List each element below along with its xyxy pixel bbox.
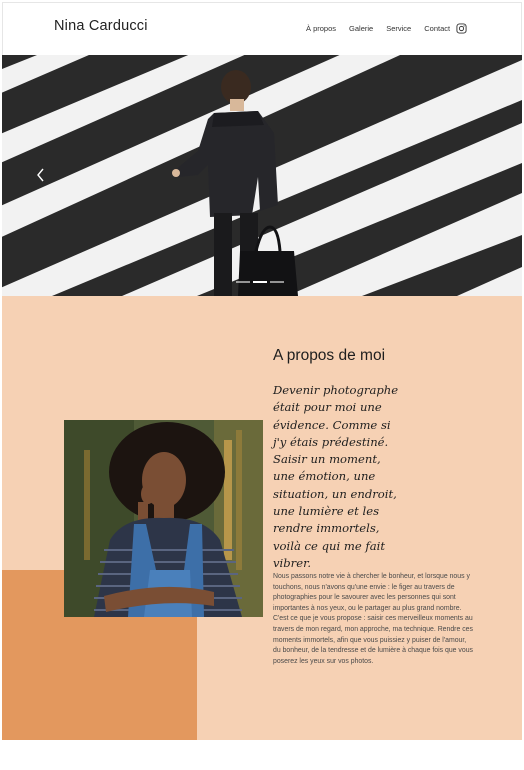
- footer-area: [2, 740, 522, 768]
- about-heading: A propos de moi: [273, 347, 386, 364]
- chevron-left-icon[interactable]: [36, 168, 45, 182]
- nav-item-service[interactable]: Service: [386, 24, 411, 33]
- hero-carousel[interactable]: [2, 55, 522, 296]
- about-quote: Devenir photographe était pour moi une é…: [273, 383, 399, 570]
- main-nav: À propos Galerie Service Contact: [306, 24, 450, 33]
- site-title[interactable]: Nina Carducci: [54, 18, 148, 34]
- instagram-icon[interactable]: [456, 23, 467, 34]
- carousel-dot[interactable]: [236, 281, 250, 283]
- about-body-text: Nous passons notre vie à chercher le bon…: [273, 573, 473, 665]
- carousel-indicators: [236, 281, 284, 283]
- nav-item-contact[interactable]: Contact: [424, 24, 450, 33]
- nav-item-a-propos[interactable]: À propos: [306, 24, 336, 33]
- carousel-dot[interactable]: [270, 281, 284, 283]
- carousel-dot-active[interactable]: [253, 281, 267, 283]
- portrait-image: [64, 420, 263, 617]
- nav-item-galerie[interactable]: Galerie: [349, 24, 373, 33]
- hero-image: [2, 55, 522, 296]
